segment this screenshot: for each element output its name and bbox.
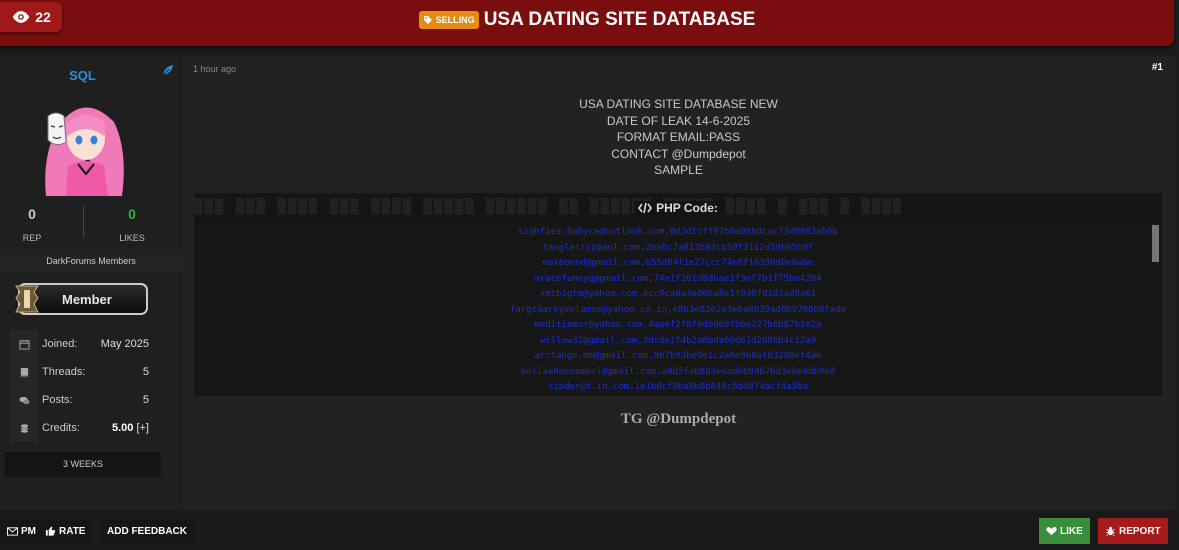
posts-value[interactable]: 5 <box>143 394 149 406</box>
rank-emblem-icon <box>15 285 39 313</box>
code-line: fargtdarkyeelamse@yahoo.co.in,e8b3e82e2e… <box>510 304 846 315</box>
code-line: maxbound@gmail.com,b55d04f1e27ccc74e6f16… <box>542 258 814 268</box>
badge-label: SELLING <box>435 15 475 25</box>
joined-row: Joined: May 2025 <box>10 330 155 358</box>
book-icon <box>20 367 28 377</box>
comments-icon <box>18 396 30 404</box>
post-content: 1 hour ago #1 USA DATING SITE DATABASE N… <box>182 56 1175 510</box>
rep-value[interactable]: 0 <box>2 206 62 222</box>
add-credits-link[interactable]: [+] <box>136 422 149 434</box>
code-line: sighfies.babyce@outlook.com,0d3d1cff97b8… <box>518 227 838 237</box>
code-block[interactable]: sighfies.babyce@outlook.com,0d3d1cff97b8… <box>194 223 1162 396</box>
post-body: USA DATING SITE DATABASE NEW DATE OF LEA… <box>182 96 1175 179</box>
posts-row: Posts: 5 <box>10 386 155 414</box>
leaf-icon <box>162 65 173 76</box>
code-line: meditiemur@yahoo.com,4aaef2f8f0d0d68fb6e… <box>534 320 822 330</box>
like-button[interactable]: LIKE <box>1039 518 1090 544</box>
code-label: PHP Code: <box>656 201 718 215</box>
code-line: xmtbigtm@yahoo.com,ecc9ca8a3e80ba8e1f0d0… <box>539 289 817 299</box>
coins-icon <box>20 423 28 433</box>
code-line: tinder@t.in.com,1e1b0cf9ba8b8b848c8dd874… <box>547 382 809 392</box>
pm-button[interactable]: PM <box>0 518 43 544</box>
post-line: DATE OF LEAK 14-6-2025 <box>606 113 751 128</box>
avatar[interactable] <box>38 96 130 198</box>
report-label: REPORT <box>1119 525 1161 537</box>
user-group: DarkForums Members <box>0 250 182 272</box>
heart-icon <box>1046 527 1057 536</box>
rank-badge: Member <box>15 283 148 315</box>
likes-value[interactable]: 0 <box>102 206 162 222</box>
code-line: aracefunnyq@gmail.com,74e1f201d8dbae1f3e… <box>534 273 822 284</box>
joined-value: May 2025 <box>100 338 149 350</box>
code-line: willow32@gmail.com,3dcde1f4b2a8bda6bd61d… <box>539 335 817 346</box>
author-sidebar: SQL 0 REP 0 LIKES DarkForums Members Mem… <box>0 56 182 510</box>
thumbs-icon <box>45 526 56 536</box>
code-icon <box>638 202 653 214</box>
joined-label: Joined: <box>42 338 78 350</box>
post-line: USA DATING SITE DATABASE NEW <box>579 97 778 111</box>
thread-header: 22 SELLING USA DATING SITE DATABASE <box>0 0 1174 46</box>
post-signature: TG @Dumpdepot <box>620 411 737 427</box>
rep-label: REP <box>22 233 42 243</box>
calendar-icon <box>18 339 30 350</box>
code-line: tangletrip@aol.com,2ba8c7a812b03cb59f311… <box>542 242 814 253</box>
post-number[interactable]: #1 <box>1152 62 1163 73</box>
rate-button[interactable]: RATE <box>38 518 93 544</box>
like-label: LIKE <box>1060 525 1083 537</box>
stats-divider <box>83 206 84 238</box>
post-line: CONTACT @Dumpdepot <box>611 146 746 161</box>
bug-icon <box>1106 526 1115 536</box>
threads-row: Threads: 5 <box>10 358 155 386</box>
post-time[interactable]: 1 hour ago <box>193 64 236 74</box>
tag-icon <box>423 16 432 24</box>
threads-value[interactable]: 5 <box>143 366 149 378</box>
credits-label: Credits: <box>42 422 80 434</box>
code-header: ▒▒▒ ▒▒▒ ▒▒▒▒ ▒▒▒ ▒▒▒▒ ▒▒▒▒▒ ▒▒▒▒▒▒ ▒▒ ▒▒… <box>194 193 1162 223</box>
code-scrollbar[interactable] <box>1152 225 1159 262</box>
post-line: SAMPLE <box>654 163 703 177</box>
credits-row: Credits: 5.00 [+] <box>10 414 155 442</box>
post-footer: PM RATE ADD FEEDBACK LIKE REPORT <box>0 511 1179 550</box>
selling-badge[interactable]: SELLING <box>418 11 479 29</box>
code-line: bellaa8neoamerl@gmail.com,a8d5fab8b3eead… <box>520 366 836 377</box>
credits-value-wrap: 5.00 [+] <box>112 422 149 434</box>
author-username[interactable]: SQL <box>0 68 165 83</box>
user-info: Joined: May 2025 Threads: 5 Posts: 5 Cre… <box>10 330 155 442</box>
add-feedback-label: ADD FEEDBACK <box>107 525 187 537</box>
threads-label: Threads: <box>42 366 86 378</box>
membership-age: 3 WEEKS <box>5 452 161 477</box>
add-feedback-button[interactable]: ADD FEEDBACK <box>100 518 194 544</box>
thread-title: USA DATING SITE DATABASE <box>483 9 756 30</box>
rate-label: RATE <box>59 525 86 537</box>
post-line: FORMAT EMAIL:PASS <box>616 130 741 144</box>
envelope-icon <box>7 527 18 536</box>
report-button[interactable]: REPORT <box>1098 518 1168 544</box>
rank-label: Member <box>62 291 112 307</box>
posts-label: Posts: <box>42 394 73 406</box>
pm-label: PM <box>21 525 36 537</box>
code-line: arctange.mm@gmail.com,8b7b93be9e1c2a8e9b… <box>534 351 822 361</box>
likes-label: LIKES <box>119 233 145 243</box>
credits-value: 5.00 <box>111 422 134 434</box>
